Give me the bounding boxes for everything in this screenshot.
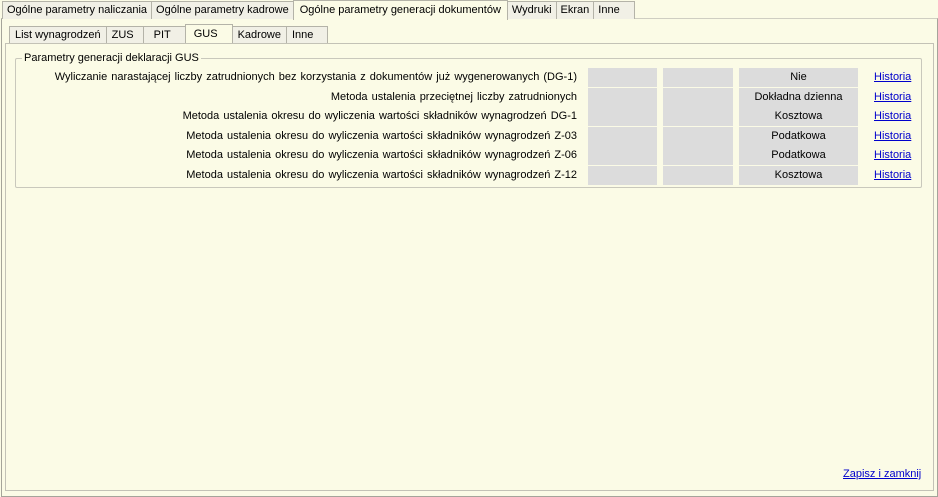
param-row: Metoda ustalenia okresu do wyliczenia wa… (15, 146, 920, 165)
param-cell-empty-2[interactable] (663, 146, 733, 165)
param-cell-empty-1[interactable] (588, 68, 657, 87)
param-label: Metoda ustalenia okresu do wyliczenia wa… (186, 169, 577, 181)
tab-ogolne-parametry-naliczania[interactable]: Ogólne parametry naliczania (2, 1, 153, 19)
param-cell-empty-2[interactable] (663, 107, 733, 126)
param-row: Metoda ustalenia okresu do wyliczenia wa… (15, 127, 920, 146)
subtab-pit[interactable]: PIT (142, 26, 186, 43)
subtab-kadrowe[interactable]: Kadrowe (231, 26, 287, 43)
tab-wydruki[interactable]: Wydruki (506, 1, 557, 19)
param-row: Metoda ustalenia okresu do wyliczenia wa… (15, 107, 920, 126)
param-label: Metoda ustalenia okresu do wyliczenia wa… (186, 130, 577, 142)
param-label: Metoda ustalenia przeciętnej liczby zatr… (330, 91, 577, 103)
historia-link[interactable]: Historia (874, 166, 911, 185)
historia-link[interactable]: Historia (874, 88, 911, 107)
param-cell-empty-2[interactable] (663, 68, 733, 87)
param-row: Metoda ustalenia przeciętnej liczby zatr… (15, 88, 920, 107)
subtab-gus[interactable]: GUS (184, 24, 233, 43)
param-cell-empty-1[interactable] (588, 107, 657, 126)
sub-tab-bar: List wynagrodzeń ZUS PIT GUS Kadrowe Inn… (9, 24, 329, 43)
param-cell-empty-2[interactable] (663, 88, 733, 107)
save-and-close-link[interactable]: Zapisz i zamknij (843, 468, 921, 480)
param-label: Metoda ustalenia okresu do wyliczenia wa… (182, 110, 577, 122)
param-value[interactable]: Kosztowa (739, 107, 858, 126)
param-value[interactable]: Nie (739, 68, 858, 87)
param-cell-empty-1[interactable] (588, 166, 657, 185)
param-label: Metoda ustalenia okresu do wyliczenia wa… (186, 149, 577, 161)
param-row: Wyliczanie narastającej liczby zatrudnio… (15, 68, 920, 87)
param-value[interactable]: Podatkowa (739, 127, 858, 146)
subtab-list-wynagrodzen[interactable]: List wynagrodzeń (9, 26, 107, 43)
param-cell-empty-1[interactable] (588, 88, 657, 107)
param-value[interactable]: Podatkowa (739, 146, 858, 165)
tab-ogolne-parametry-generacji-dokumentow[interactable]: Ogólne parametry generacji dokumentów (292, 0, 508, 20)
historia-link[interactable]: Historia (874, 127, 911, 146)
param-value[interactable]: Dokładna dzienna (739, 88, 858, 107)
subtab-inne[interactable]: Inne (286, 26, 329, 43)
param-cell-empty-1[interactable] (588, 146, 657, 165)
param-value[interactable]: Kosztowa (739, 166, 858, 185)
param-row: Metoda ustalenia okresu do wyliczenia wa… (15, 166, 920, 185)
historia-link[interactable]: Historia (874, 107, 911, 126)
tab-ogolne-parametry-kadrowe[interactable]: Ogólne parametry kadrowe (151, 1, 294, 19)
param-cell-empty-2[interactable] (663, 127, 733, 146)
param-cell-empty-1[interactable] (588, 127, 657, 146)
tab-ekran[interactable]: Ekran (555, 1, 595, 19)
tab-inne[interactable]: Inne (593, 1, 635, 19)
subtab-zus[interactable]: ZUS (105, 26, 144, 43)
historia-link[interactable]: Historia (874, 68, 911, 87)
historia-link[interactable]: Historia (874, 146, 911, 165)
group-title: Parametry generacji deklaracji GUS (24, 52, 199, 64)
top-tab-bar: Ogólne parametry naliczania Ogólne param… (2, 0, 635, 20)
param-cell-empty-2[interactable] (663, 166, 733, 185)
param-label: Wyliczanie narastającej liczby zatrudnio… (54, 71, 577, 83)
